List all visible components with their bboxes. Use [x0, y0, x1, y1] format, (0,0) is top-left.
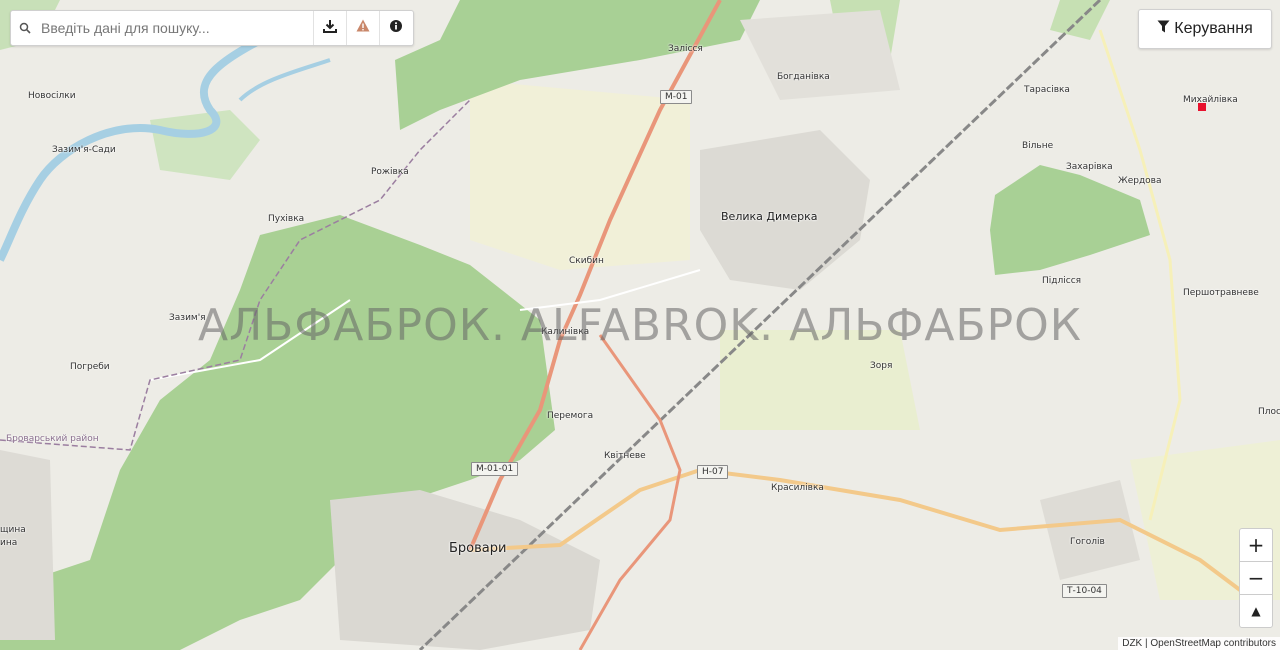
download-icon [323, 19, 337, 38]
region-brovarskyi: Броварський район [6, 434, 99, 444]
search-input[interactable] [39, 12, 313, 44]
info-icon [390, 19, 402, 37]
controls-button[interactable]: Керування [1138, 9, 1272, 49]
place-mykhailivka: Михайлівка [1183, 95, 1238, 105]
place-tarasivka: Тарасівка [1024, 85, 1070, 95]
controls-button-label: Керування [1174, 20, 1253, 37]
place-pohreby: Погреби [70, 362, 110, 372]
place-brovary: Бровари [449, 541, 507, 556]
attribution: DZK | OpenStreetMap contributors [1118, 637, 1280, 650]
search-icon [11, 11, 39, 45]
place-plos: Плос [1258, 407, 1280, 417]
warning-icon [356, 19, 370, 37]
zoom-out-button[interactable]: − [1239, 561, 1273, 595]
reset-north-button[interactable]: ▲ [1239, 594, 1273, 628]
place-novosilky: Новосілки [28, 91, 76, 101]
road-shield-m0101: М-01-01 [471, 462, 519, 476]
place-zalissia: Залісся [668, 44, 703, 54]
place-velyka-dymerka: Велика Димерка [721, 210, 818, 223]
place-pershotravneve: Першотравневе [1183, 288, 1259, 298]
road-shield-t1004: Т-10-04 [1062, 584, 1107, 598]
place-skybyn: Скибин [569, 256, 604, 266]
search-bar [10, 10, 414, 46]
place-zazimia-sady: Зазим'я-Сади [52, 145, 116, 155]
place-pidlissia: Підлісся [1042, 276, 1082, 286]
road-shield-h07: Н-07 [697, 465, 729, 479]
download-button[interactable] [313, 11, 346, 45]
place-kvitneve: Квітневе [604, 451, 646, 461]
place-zakharivka: Захарівка [1066, 162, 1113, 172]
place-bohdanivka: Богданівка [777, 72, 830, 82]
place-rozhivka: Рожівка [371, 167, 409, 177]
place-zoria: Зоря [870, 361, 893, 371]
place-pukhivka: Пухівка [268, 214, 305, 224]
place-vilne: Вільне [1022, 141, 1054, 151]
place-troieshchyna-2: ина [0, 538, 18, 548]
filter-icon [1157, 20, 1170, 38]
info-button[interactable] [379, 11, 412, 45]
road-shield-m01: М-01 [660, 90, 693, 104]
place-zherdova: Жердова [1118, 176, 1162, 186]
watermark: АЛЬФАБРОК. ALFABROK. АЛЬФАБРОК [198, 300, 1083, 351]
place-peremoha: Перемога [547, 411, 594, 421]
place-krasylivka: Красилівка [771, 483, 824, 493]
zoom-in-button[interactable]: + [1239, 528, 1273, 562]
place-troieshchyna: щина [0, 525, 26, 535]
warning-button[interactable] [346, 11, 379, 45]
map-marker-icon[interactable] [1198, 103, 1206, 111]
place-hoholiv: Гоголів [1070, 537, 1105, 547]
